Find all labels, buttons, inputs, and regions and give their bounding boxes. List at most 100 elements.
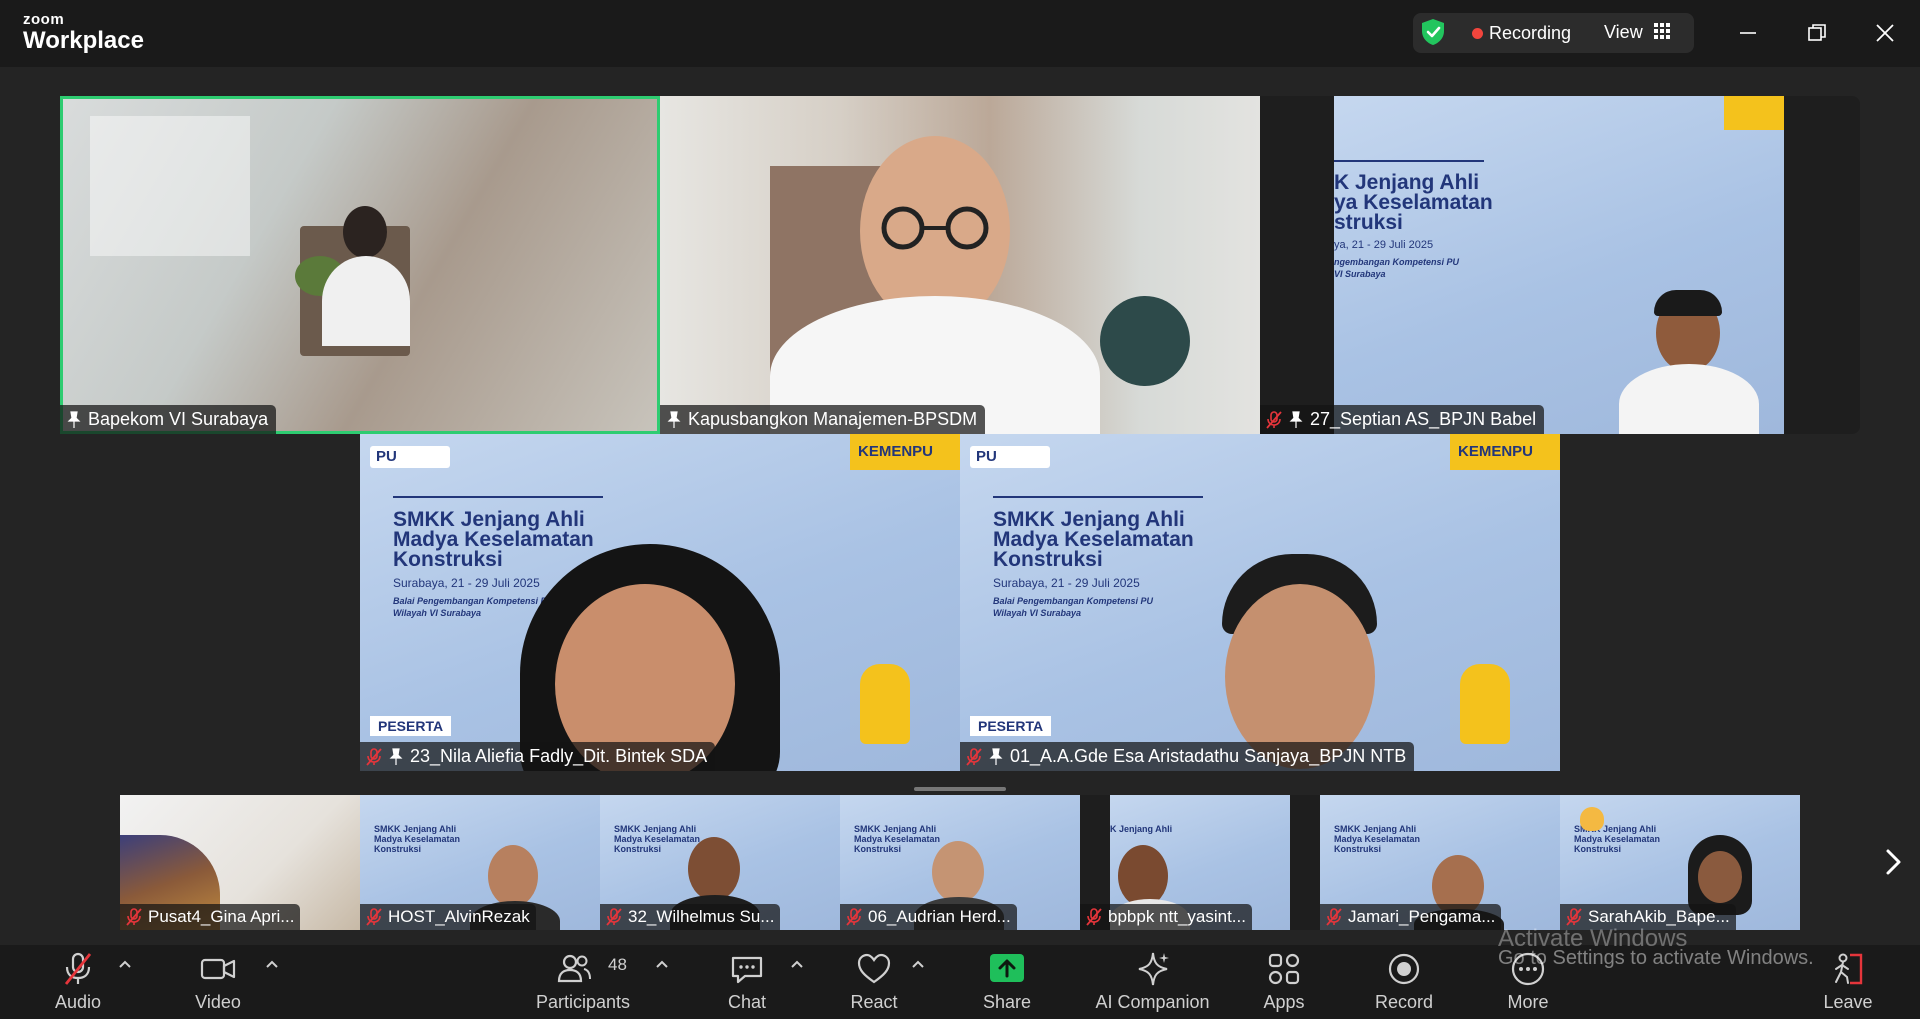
- record-button[interactable]: Record: [1364, 944, 1444, 1019]
- name-tag: 27_Septian AS_BPJN Babel: [1260, 405, 1545, 434]
- slide-title-2: Madya Keselamatan: [374, 834, 461, 844]
- slide-title-3: Konstruksi: [993, 548, 1103, 571]
- participant-name: 06_Audrian Herd...: [868, 907, 1011, 926]
- window-light: [90, 116, 250, 256]
- chevron-up-icon[interactable]: [117, 956, 133, 972]
- share-button[interactable]: Share: [967, 944, 1047, 1019]
- slide-line: [393, 496, 603, 498]
- person-head: [1118, 845, 1168, 907]
- name-tag: Bapekom VI Surabaya: [60, 405, 277, 434]
- participant-name: Pusat4_Gina Apri...: [148, 907, 295, 926]
- muted-mic-icon: [366, 747, 382, 766]
- thumb-tile-jamari[interactable]: SMKK Jenjang Ahli Madya Keselamatan Kons…: [1320, 795, 1560, 930]
- video-button[interactable]: Video: [178, 944, 258, 1019]
- person-head: [688, 837, 740, 901]
- person-head: [1698, 851, 1742, 903]
- slide-title-2: Madya Keselamatan: [614, 834, 701, 844]
- slide-date: Surabaya, 21 - 29 Juli 2025: [393, 576, 540, 590]
- chevron-up-icon[interactable]: [264, 956, 280, 972]
- audio-button[interactable]: Audio: [38, 944, 118, 1019]
- view-button[interactable]: View: [1604, 22, 1643, 43]
- brand-workplace: Workplace: [23, 27, 144, 54]
- ai-companion-button[interactable]: AI Companion: [1090, 944, 1215, 1019]
- video-tile-aagde[interactable]: PU KEMENPU SMKK Jenjang Ahli Madya Kesel…: [960, 434, 1560, 771]
- more-label: More: [1507, 992, 1549, 1012]
- thumb-tile-gina[interactable]: Pusat4_Gina Apri...: [120, 795, 360, 930]
- recording-status[interactable]: Recording: [1489, 23, 1571, 44]
- mascot: [1460, 664, 1510, 744]
- slide-org-2: Wilayah VI Surabaya: [993, 608, 1081, 618]
- participant-name: 23_Nila Aliefia Fadly_Dit. Bintek SDA: [410, 746, 708, 766]
- slide-org-1: Balai Pengembangan Kompetensi PU: [393, 596, 554, 606]
- apps-button[interactable]: Apps: [1244, 944, 1324, 1019]
- slide-org-2: Wilayah VI Surabaya: [393, 608, 481, 618]
- slide-title-1: SMKK Jenjang Ahli: [393, 508, 585, 531]
- raised-hand-icon: [1580, 807, 1604, 831]
- chevron-up-icon[interactable]: [654, 956, 670, 972]
- name-tag: 23_Nila Aliefia Fadly_Dit. Bintek SDA: [360, 742, 716, 771]
- slide-title-3: struksi: [1334, 211, 1403, 234]
- brand-zoom: zoom: [23, 11, 65, 28]
- resize-handle[interactable]: [914, 787, 1006, 791]
- participant-name: SarahAkib_Bape...: [1588, 907, 1730, 926]
- app-logo: zoom Workplace: [23, 12, 144, 53]
- video-tile-nila[interactable]: PU KEMENPU SMKK Jenjang Ahli Madya Kesel…: [360, 434, 960, 771]
- slide-title-3: Konstruksi: [374, 844, 422, 854]
- close-icon[interactable]: [1870, 18, 1900, 48]
- muted-mic-icon: [366, 908, 382, 926]
- slide-title-3: Konstruksi: [854, 844, 902, 854]
- apps-icon: [1268, 953, 1300, 985]
- muted-mic-icon: [966, 747, 982, 766]
- thumb-tile-host[interactable]: SMKK Jenjang Ahli Madya Keselamatan Kons…: [360, 795, 600, 930]
- shield-check-icon[interactable]: [1420, 18, 1446, 46]
- ai-companion-label: AI Companion: [1095, 992, 1210, 1012]
- slide-title-2: Madya Keselamatan: [1334, 834, 1421, 844]
- muted-mic-icon: [846, 908, 862, 926]
- participants-icon: [557, 954, 591, 983]
- person-body: [1619, 364, 1759, 434]
- chat-button[interactable]: Chat: [707, 944, 787, 1019]
- thumb-tile-audrian[interactable]: SMKK Jenjang Ahli Madya Keselamatan Kons…: [840, 795, 1080, 930]
- participant-name: bpbpk ntt_yasint...: [1108, 907, 1246, 926]
- slide-line: [993, 496, 1203, 498]
- minimize-icon[interactable]: [1733, 18, 1763, 48]
- muted-mic-icon: [126, 908, 142, 926]
- slide-title-2: ya Keselamatan: [1334, 191, 1493, 214]
- person-head: [488, 845, 538, 907]
- person-body: [322, 256, 410, 346]
- leave-button[interactable]: Leave: [1808, 944, 1888, 1019]
- thumb-tile-bpbpk[interactable]: K Jenjang Ahli bpbpk ntt_yasint...: [1080, 795, 1320, 930]
- chevron-up-icon[interactable]: [910, 956, 926, 972]
- pin-icon: [667, 410, 681, 428]
- grid-view-icon[interactable]: [1654, 23, 1670, 39]
- chat-bubble-icon: [731, 956, 763, 984]
- audio-label: Audio: [54, 992, 102, 1012]
- video-tile-septian[interactable]: K Jenjang Ahli ya Keselamatan struksi ya…: [1260, 96, 1860, 434]
- participant-name: 32_Wilhelmus Su...: [628, 907, 775, 926]
- recording-dot-icon: [1472, 28, 1483, 39]
- video-tile-bapekom[interactable]: Bapekom VI Surabaya: [60, 96, 660, 434]
- slide-title-3: Konstruksi: [1334, 844, 1382, 854]
- react-button[interactable]: React: [834, 944, 914, 1019]
- slide-org-1: Balai Pengembangan Kompetensi PU: [993, 596, 1154, 606]
- name-tag: 06_Audrian Herd...: [840, 904, 1017, 930]
- glasses-shape: [881, 206, 989, 250]
- thumb-tile-sarah[interactable]: SMKK Jenjang Ahli Madya Keselamatan Kons…: [1560, 795, 1800, 930]
- participants-label: Participants: [535, 992, 631, 1012]
- react-label: React: [850, 992, 898, 1012]
- chevron-right-icon[interactable]: [1881, 847, 1905, 877]
- share-screen-icon: [990, 954, 1024, 982]
- thumb-tile-wilhelmus[interactable]: SMKK Jenjang Ahli Madya Keselamatan Kons…: [600, 795, 840, 930]
- video-tile-kapusbangkon[interactable]: Kapusbangkon Manajemen-BPSDM: [660, 96, 1260, 434]
- virtual-background: K Jenjang Ahli ya Keselamatan struksi ya…: [1334, 96, 1784, 434]
- slide-title-2: Madya Keselamatan: [854, 834, 941, 844]
- leave-icon: [1835, 953, 1863, 985]
- kemenpu-logo: KEMENPU: [850, 434, 960, 470]
- chevron-up-icon[interactable]: [789, 956, 805, 972]
- pin-icon: [67, 410, 81, 428]
- name-tag: 32_Wilhelmus Su...: [600, 904, 781, 930]
- pin-icon: [389, 747, 403, 765]
- restore-icon[interactable]: [1802, 18, 1832, 48]
- pin-icon: [1289, 410, 1303, 428]
- slide-title-1: K Jenjang Ahli: [1110, 824, 1173, 834]
